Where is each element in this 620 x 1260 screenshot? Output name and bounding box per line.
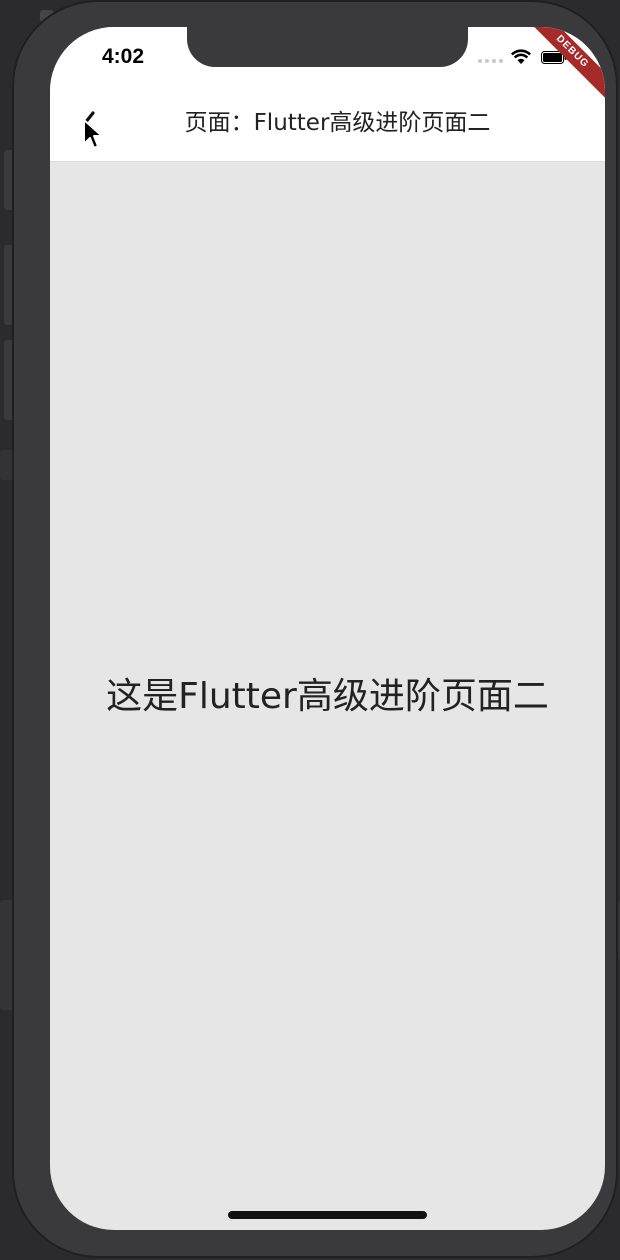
page-title: 页面：Flutter高级进阶页面二 (184, 110, 491, 136)
signal-dots-icon (478, 59, 503, 63)
home-indicator[interactable] (228, 1211, 427, 1219)
device-notch (187, 27, 468, 67)
mouse-cursor-icon (83, 119, 103, 149)
phone-device-frame: 4:02 DEBUG 页面：Flutter高级进阶页面二 这是Flutter高级… (12, 0, 618, 1258)
phone-screen: 4:02 DEBUG 页面：Flutter高级进阶页面二 这是Flutter高级… (50, 27, 605, 1230)
app-bar: 页面：Flutter高级进阶页面二 (50, 85, 605, 162)
wifi-icon (511, 49, 531, 64)
page-content-text: 这是Flutter高级进阶页面二 (106, 676, 549, 717)
status-time: 4:02 (102, 45, 145, 68)
